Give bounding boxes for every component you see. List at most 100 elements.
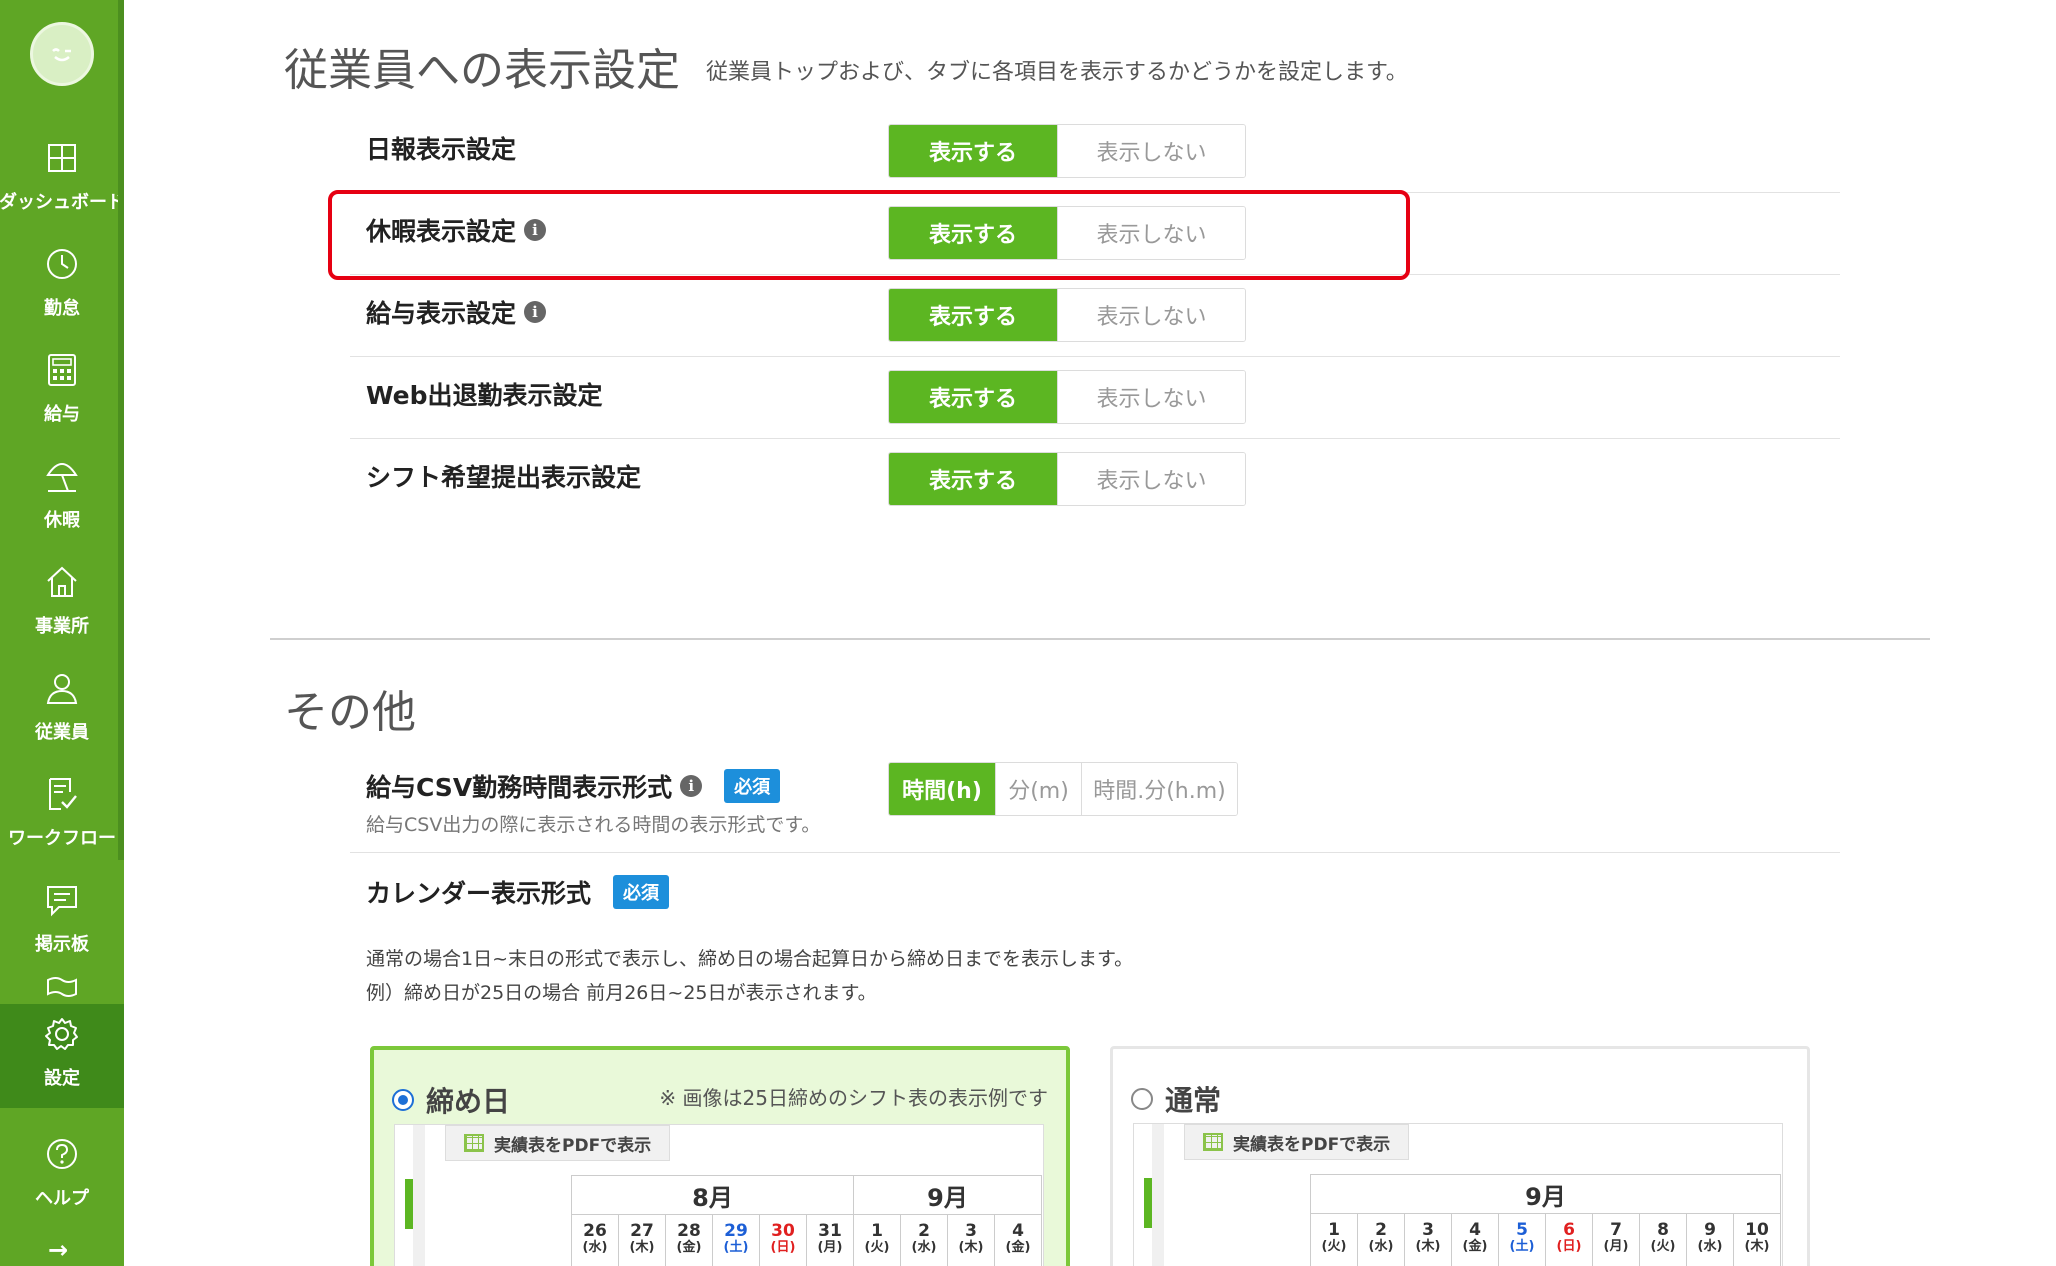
calendar-table: 8月 9月 26 (水) 27 (木) 28 (金) 29 (土) 30 (日) 31 (月) 1 (火) 2(… (571, 1175, 1042, 1266)
sidebar-item-label: 給与 (44, 404, 80, 425)
calendar-table: 9月 1 (火) 2 (水) 3 (木) 4 (金) 5 (土) 6 (日) 7 (月) 8 (火) 9 (水) 10… (1310, 1174, 1781, 1266)
show-button[interactable]: 表示する (889, 371, 1057, 423)
sidebar-item-help[interactable]: ヘルプ (0, 1124, 124, 1224)
card-header: 通常 (1131, 1079, 1221, 1119)
show-button[interactable]: 表示する (889, 125, 1057, 177)
day-number: 3 (965, 1221, 977, 1241)
day-number: 28 (677, 1221, 701, 1241)
main-content: 従業員への表示設定 従業員トップおよび、タブに各項目を表示するかどうかを設定しま… (124, 0, 2056, 1266)
sidebar-item-bulletin[interactable]: 掲示板 (0, 870, 124, 970)
toggle-csv-format: 時間(h) 分(m) 時間.分(h.m) (888, 762, 1238, 816)
day-of-week: (水) (1368, 1238, 1394, 1254)
calculator-icon (42, 350, 82, 390)
setting-label-csv-format: 給与CSV勤務時間表示形式 i 必須 (366, 768, 781, 804)
toggle-shift-request: 表示する 表示しない (888, 452, 1246, 506)
sidebar-item-attendance[interactable]: 勤怠 (0, 234, 124, 334)
day-number: 27 (630, 1221, 654, 1241)
day-of-week: (木) (629, 1239, 655, 1255)
calendar-option-closing-day[interactable]: 締め日 ※ 画像は25日締めのシフト表の表示例です 実績表をPDFで表示 8月 9… (370, 1046, 1070, 1266)
option-hours[interactable]: 時間(h) (889, 763, 995, 815)
hide-button[interactable]: 表示しない (1057, 289, 1245, 341)
sidebar-item-label: 事業所 (35, 616, 89, 637)
day-number: 4 (1012, 1221, 1024, 1241)
option-minutes[interactable]: 分(m) (995, 763, 1081, 815)
sidebar-item-leave[interactable]: 休暇 (0, 446, 124, 546)
flag-icon[interactable] (44, 976, 80, 1004)
grid-icon (1203, 1133, 1223, 1151)
day-row: 1 (火) 2 (水) 3 (木) 4 (金) 5 (土) 6 (日) 7 (月) 8 (火) 9 (水) 10 (木… (1311, 1214, 1781, 1266)
calendar-preview: 実績表をPDFで表示 8月 9月 26 (水) 27 (木) 28 (金) 29 (土) 30 (日)… (394, 1124, 1044, 1266)
toggle-salary: 表示する 表示しない (888, 288, 1246, 342)
hide-button[interactable]: 表示しない (1057, 453, 1245, 505)
setting-label-calendar-format: カレンダー表示形式 必須 (366, 874, 670, 910)
divider (350, 852, 1840, 853)
day-cell: 1 (火) (1311, 1214, 1358, 1266)
day-of-week: (火) (864, 1239, 890, 1255)
toggle-web-attendance: 表示する 表示しない (888, 370, 1246, 424)
month-row: 9月 (1311, 1174, 1781, 1214)
show-button[interactable]: 表示する (889, 289, 1057, 341)
day-cell: 30 (日) (760, 1215, 807, 1266)
day-of-week: (水) (1697, 1238, 1723, 1254)
calendar-preview: 実績表をPDFで表示 9月 1 (火) 2 (水) 3 (木) 4 (金) 5 (土) 6 (日) 7 (月… (1133, 1123, 1783, 1266)
sidebar-item-dashboard[interactable]: ダッシュボード (0, 128, 125, 228)
toggle-daily-report: 表示する 表示しない (888, 124, 1246, 178)
info-icon[interactable]: i (524, 301, 547, 323)
pdf-button: 実績表をPDFで表示 (445, 1125, 671, 1161)
sidebar-item-label: ダッシュボード (0, 192, 125, 213)
day-cell: 9 (水) (1687, 1214, 1734, 1266)
info-icon[interactable]: i (680, 775, 703, 797)
day-number: 4 (1469, 1220, 1481, 1240)
setting-label-text: 日報表示設定 (366, 135, 517, 164)
day-cell: 10 (木) (1734, 1214, 1781, 1266)
sidebar-item-employees[interactable]: 従業員 (0, 658, 124, 758)
setting-label-shift-request: シフト希望提出表示設定 (366, 458, 641, 494)
calendar-note-line1: 通常の場合1日~末日の形式で表示し、締め日の場合起算日から締め日までを表示します… (366, 948, 1134, 970)
show-button[interactable]: 表示する (889, 453, 1057, 505)
day-number: 31 (818, 1221, 842, 1241)
calendar-note-line2: 例）締め日が25日の場合 前月26日~25日が表示されます。 (366, 982, 877, 1004)
day-of-week: (日) (770, 1239, 796, 1255)
day-number: 8 (1657, 1220, 1669, 1240)
avatar[interactable] (30, 22, 94, 86)
month-header: 8月 (572, 1176, 854, 1214)
radio-button[interactable] (1131, 1088, 1153, 1110)
sidebar-item-label: ワークフロー (8, 828, 116, 849)
sidebar-item-label: 従業員 (35, 722, 89, 743)
divider (350, 438, 1840, 439)
day-cell: 8 (火) (1640, 1214, 1687, 1266)
expand-arrow-icon[interactable]: → (48, 1236, 68, 1264)
card-header: 締め日 (392, 1080, 510, 1120)
sidebar-item-settings[interactable]: 設定 (0, 1004, 124, 1108)
day-cell: 5 (土) (1499, 1214, 1546, 1266)
calendar-option-normal[interactable]: 通常 実績表をPDFで表示 9月 1 (火) 2 (水) 3 (木) 4 (金) 5 (土) 6 (日)… (1110, 1046, 1810, 1266)
day-cell: 3 (木) (1405, 1214, 1452, 1266)
day-number: 7 (1610, 1220, 1622, 1240)
radio-button[interactable] (392, 1089, 414, 1111)
smile-icon (52, 48, 71, 62)
section-divider (270, 638, 1930, 640)
month-row: 8月 9月 (572, 1175, 1042, 1215)
sidebar-item-label: 勤怠 (44, 298, 80, 319)
sidebar-item-label: 休暇 (44, 510, 80, 531)
hide-button[interactable]: 表示しない (1057, 125, 1245, 177)
hide-button[interactable]: 表示しない (1057, 371, 1245, 423)
day-number: 9 (1704, 1220, 1716, 1240)
sidebar-item-workflow[interactable]: ワークフロー (0, 764, 124, 864)
day-cell: 1 (火) (854, 1215, 901, 1266)
setting-label-daily-report: 日報表示設定 (366, 130, 516, 166)
sidebar-item-payroll[interactable]: 給与 (0, 340, 124, 440)
clock-icon (42, 244, 82, 284)
sidebar-item-office[interactable]: 事業所 (0, 552, 124, 652)
preview-rail (1152, 1124, 1164, 1266)
setting-label-web-attendance: Web出退勤表示設定 (366, 376, 603, 412)
day-number: 1 (1328, 1220, 1340, 1240)
day-cell: 31 (月) (807, 1215, 854, 1266)
option-hours-minutes[interactable]: 時間.分(h.m) (1081, 763, 1237, 815)
csv-format-description: 給与CSV出力の際に表示される時間の表示形式です。 (366, 814, 821, 836)
workflow-icon (42, 774, 82, 814)
day-of-week: (金) (1462, 1238, 1488, 1254)
day-cell: 29 (土) (713, 1215, 760, 1266)
day-number: 2 (1375, 1220, 1387, 1240)
setting-label-text: カレンダー表示形式 (366, 879, 592, 908)
